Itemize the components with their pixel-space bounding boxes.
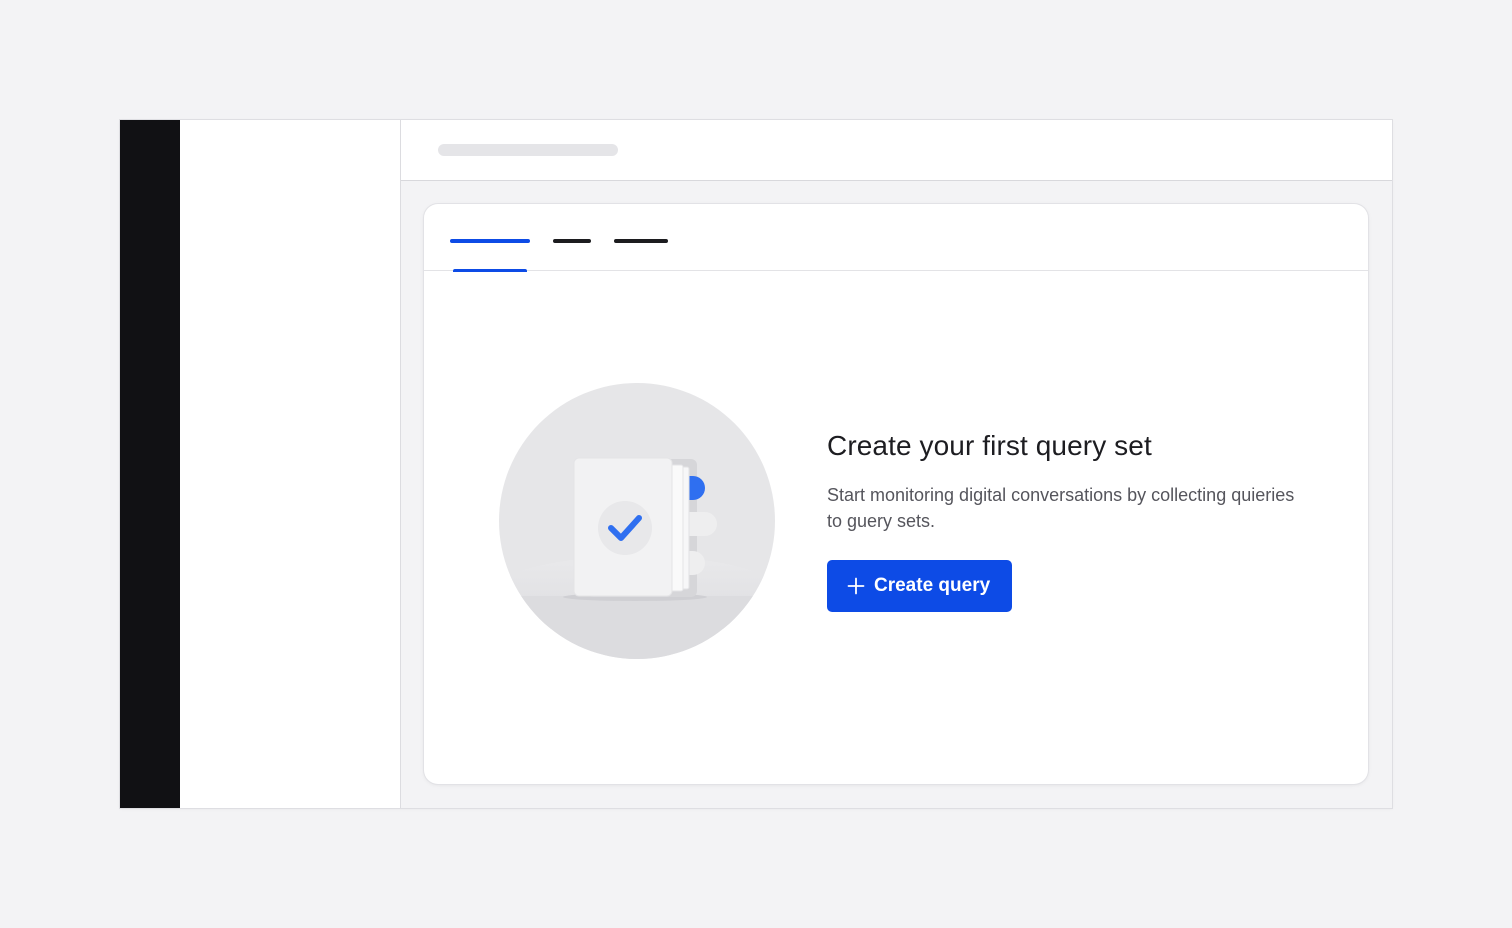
tab-2[interactable] [553, 204, 591, 271]
empty-state-title: Create your first query set [827, 430, 1152, 461]
tab-3[interactable] [614, 204, 668, 271]
document-check-icon [497, 381, 777, 661]
tab-bar [424, 204, 1368, 272]
main-area: Create your first query set Start monito… [401, 120, 1392, 808]
active-tab-indicator [453, 269, 527, 272]
app-window: Create your first query set Start monito… [120, 120, 1392, 808]
empty-state: Create your first query set Start monito… [827, 428, 1327, 612]
empty-state-description: Start monitoring digital conversations b… [827, 485, 1295, 531]
create-query-button[interactable]: Create query [827, 560, 1013, 612]
tab-label-placeholder [614, 239, 668, 243]
content-card: Create your first query set Start monito… [424, 204, 1368, 784]
tab-label-placeholder [553, 239, 591, 243]
topbar [401, 120, 1392, 181]
plus-icon [847, 577, 865, 595]
tab-label-placeholder [450, 239, 530, 243]
sidebar [180, 120, 401, 808]
tab-1[interactable] [450, 204, 530, 272]
create-query-label: Create query [874, 575, 991, 596]
nav-rail [120, 120, 180, 808]
title-placeholder [438, 144, 618, 156]
